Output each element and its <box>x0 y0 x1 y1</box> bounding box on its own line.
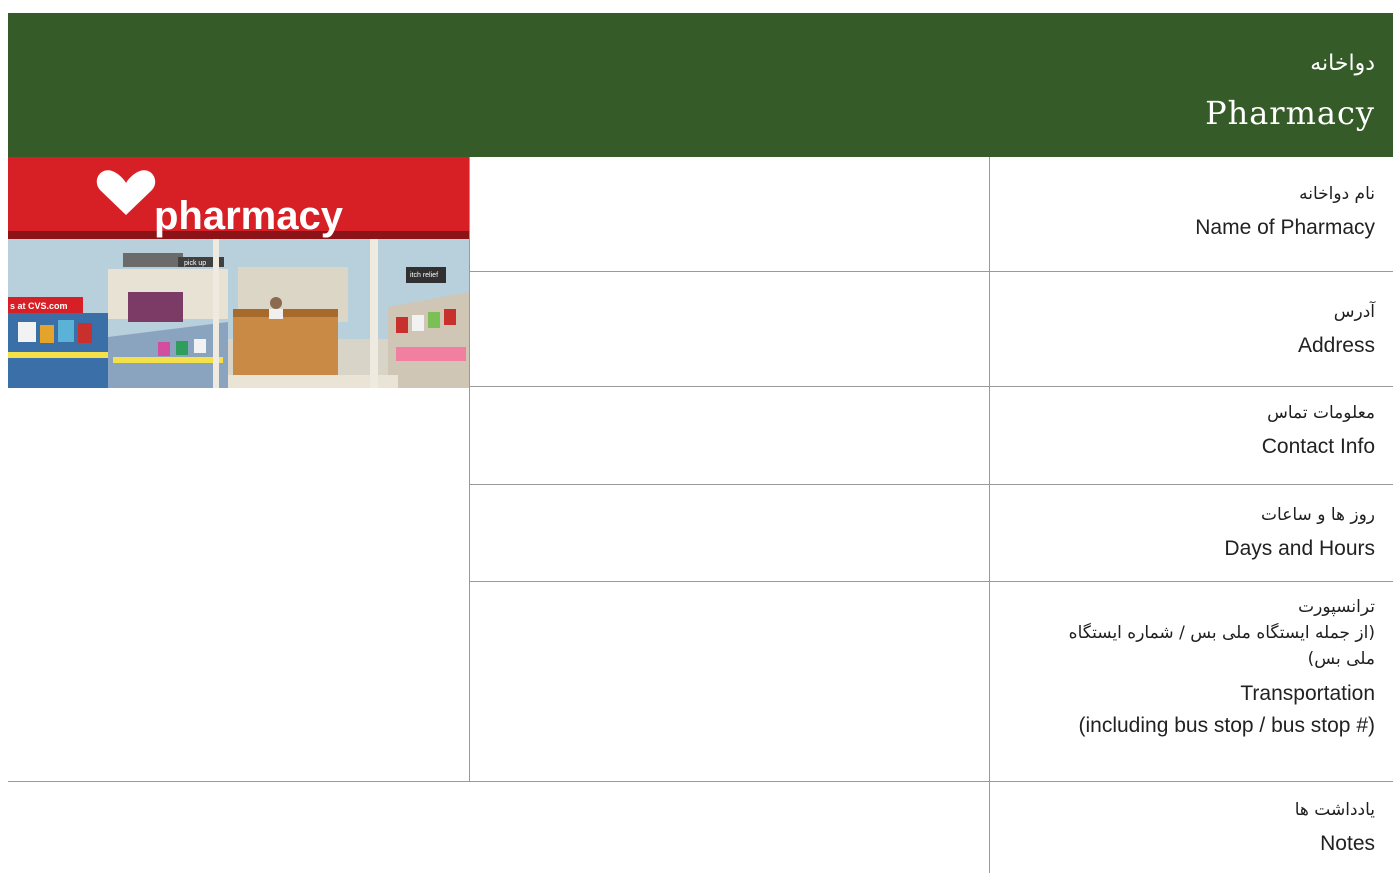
transportation-label-english-line2: (including bus stop / bus stop #) <box>1078 714 1375 737</box>
contact-info-label-english: Contact Info <box>1261 435 1375 458</box>
pharmacy-name-field[interactable] <box>470 157 989 271</box>
pharmacy-name-label-farsi: نام دواخانه <box>1299 184 1375 204</box>
address-label: آدرس Address <box>1298 299 1375 359</box>
transportation-label: ترانسپورت (از جمله ایستگاه ملی بس / شمار… <box>1045 594 1375 742</box>
notes-field[interactable] <box>8 782 989 873</box>
photo-aisle-sign: itch relief <box>410 272 438 279</box>
transportation-field[interactable] <box>470 582 989 781</box>
page-title-farsi: دواخانه <box>1310 51 1375 76</box>
address-label-english: Address <box>1297 334 1375 357</box>
days-hours-label-english: Days and Hours <box>1224 537 1375 560</box>
notes-label: یادداشت ها Notes <box>1295 797 1375 857</box>
contact-info-label: معلومات تماس Contact Info <box>1262 400 1375 460</box>
transportation-label-farsi: ترانسپورت <box>1298 597 1375 617</box>
address-field[interactable] <box>470 272 989 386</box>
transportation-label-english-line1: Transportation <box>1240 682 1375 705</box>
transportation-label-english: Transportation (including bus stop / bus… <box>1045 678 1375 742</box>
photo-pickup-sign: pick up <box>184 260 206 267</box>
form-table: pharmacy pick up itch relief s at CVS.co… <box>8 157 1393 873</box>
contact-info-label-farsi: معلومات تماس <box>1267 403 1375 423</box>
notes-label-farsi: یادداشت ها <box>1294 800 1375 820</box>
contact-info-field[interactable] <box>470 387 989 484</box>
pharmacy-name-label: نام دواخانه Name of Pharmacy <box>1195 181 1375 241</box>
page-title: Pharmacy <box>1205 94 1375 132</box>
photo-store-text: s at CVS.com <box>10 301 68 311</box>
notes-label-english: Notes <box>1320 832 1375 855</box>
pharmacy-photo: pharmacy pick up itch relief s at CVS.co… <box>8 157 469 388</box>
days-hours-label-farsi: روز ها و ساعات <box>1261 505 1375 525</box>
days-hours-field[interactable] <box>470 485 989 581</box>
days-hours-label: روز ها و ساعات Days and Hours <box>1224 502 1375 562</box>
address-label-farsi: آدرس <box>1333 302 1375 322</box>
photo-sign-text: pharmacy <box>154 194 344 238</box>
pharmacy-form: دواخانه Pharmacy pharmacy pick up itch r… <box>8 13 1393 873</box>
transportation-sublabel-farsi: (از جمله ایستگاه ملی بس / شماره ایستگاه … <box>1068 623 1375 669</box>
pharmacy-name-label-english: Name of Pharmacy <box>1195 216 1375 239</box>
page-header: دواخانه Pharmacy <box>8 13 1393 157</box>
